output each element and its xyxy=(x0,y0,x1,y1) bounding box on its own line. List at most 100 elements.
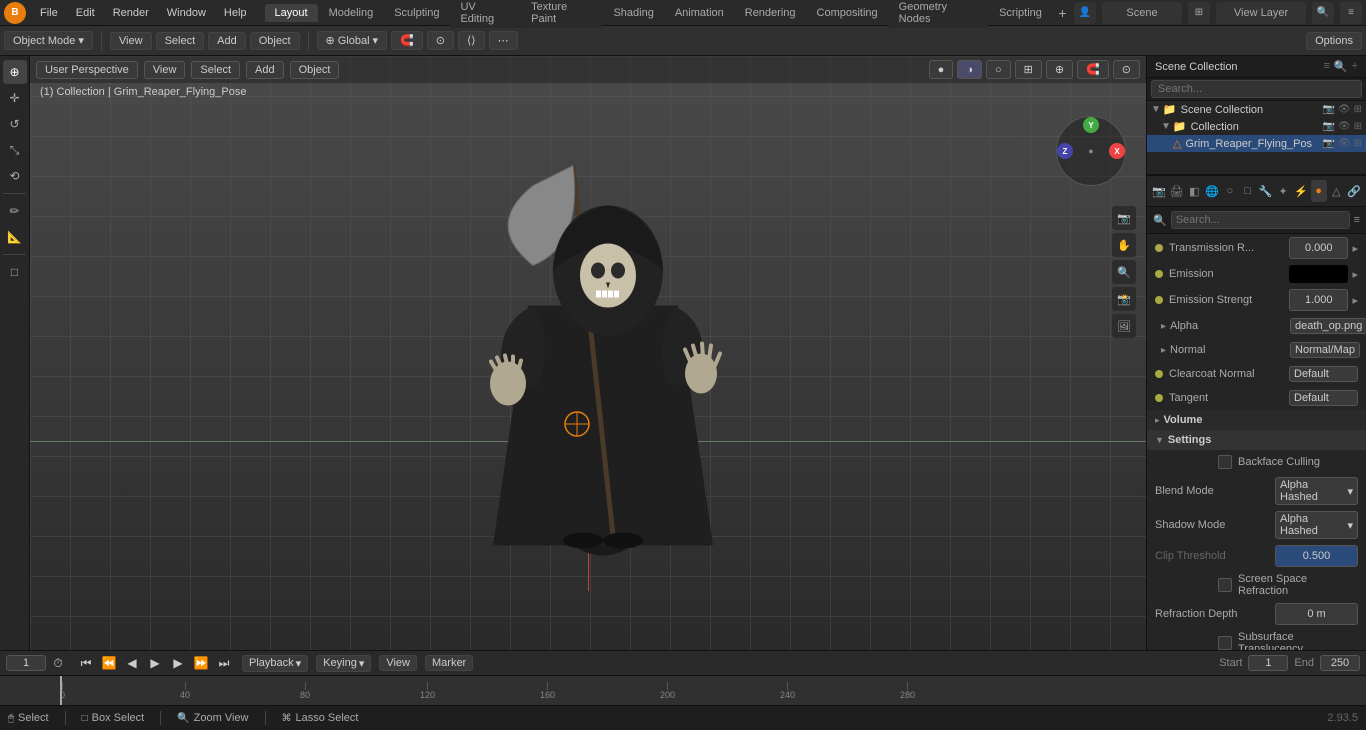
alpha-dropdown[interactable]: death_op.png xyxy=(1290,318,1366,334)
tangent-dropdown[interactable]: Default xyxy=(1289,390,1358,406)
viewport-3d[interactable]: User Perspective View Select Add Object … xyxy=(30,56,1146,650)
emission-color-swatch[interactable] xyxy=(1289,265,1348,283)
transform-tool[interactable]: ⟲ xyxy=(3,164,27,188)
transmission-input[interactable]: 0.000 xyxy=(1289,237,1348,259)
clearcoat-normal-dropdown[interactable]: Default xyxy=(1289,366,1358,382)
workspace-compositing[interactable]: Compositing xyxy=(807,4,888,22)
snap-options[interactable]: 🧲 xyxy=(391,31,423,50)
material-props-icon[interactable]: ● xyxy=(1311,180,1327,202)
scene-props-icon[interactable]: 🌐 xyxy=(1204,180,1220,202)
workspace-rendering[interactable]: Rendering xyxy=(735,4,806,22)
select-menu[interactable]: Select xyxy=(156,32,205,50)
current-frame-input[interactable] xyxy=(6,655,46,671)
workspace-scripting[interactable]: Scripting xyxy=(989,4,1052,22)
view-layer-props-icon[interactable]: ◧ xyxy=(1187,180,1203,202)
viewport-shading-rendered[interactable]: ○ xyxy=(986,60,1011,79)
refraction-depth-input[interactable]: 0 m xyxy=(1275,603,1358,625)
rotate-tool[interactable]: ↺ xyxy=(3,112,27,136)
workspace-texture-paint[interactable]: Texture Paint xyxy=(521,0,602,28)
object-menu[interactable]: Object xyxy=(250,32,300,50)
prop-search-input[interactable] xyxy=(1171,211,1350,229)
scene-col-restrict-icon[interactable]: ⊞ xyxy=(1354,104,1362,115)
start-frame-input[interactable] xyxy=(1248,655,1288,671)
object-mode-dropdown[interactable]: Object Mode ▾ xyxy=(4,31,93,50)
col-restrict-icon[interactable]: ⊞ xyxy=(1354,121,1362,132)
add-cube-tool[interactable]: □ xyxy=(3,260,27,284)
workspace-layout[interactable]: Layout xyxy=(265,4,318,22)
emission-strength-expand-icon[interactable]: ▸ xyxy=(1352,294,1358,307)
navigation-gizmo[interactable]: X Y Z ● xyxy=(1056,116,1136,196)
prop-filter-icon[interactable]: ≡ xyxy=(1354,214,1360,226)
filter-icon[interactable]: ≡ xyxy=(1323,60,1329,73)
object-constraint-icon[interactable]: 🔗 xyxy=(1346,180,1362,202)
col-eye-icon[interactable]: 👁 xyxy=(1338,121,1351,132)
outliner-item-scene-collection[interactable]: ▼ 📁 Scene Collection 📷 👁 ⊞ xyxy=(1147,101,1366,118)
emission-expand-icon[interactable]: ▸ xyxy=(1352,268,1358,281)
next-keyframe-btn[interactable]: ⏩ xyxy=(191,653,211,673)
scene-col-camera-icon[interactable]: 📷 xyxy=(1322,104,1334,115)
object-props-icon[interactable]: □ xyxy=(1240,180,1256,202)
data-props-icon[interactable]: △ xyxy=(1329,180,1345,202)
status-box-select[interactable]: □ Box Select xyxy=(82,712,145,724)
view-menu-btn-timeline[interactable]: View xyxy=(379,655,417,671)
hand-icon[interactable]: ✋ xyxy=(1112,233,1136,257)
zoom-icon[interactable]: 🔍 xyxy=(1112,260,1136,284)
subsurface-translucency-checkbox[interactable] xyxy=(1218,636,1232,650)
blend-mode-dropdown[interactable]: Alpha Hashed ▾ xyxy=(1275,477,1358,505)
clip-threshold-input[interactable]: 0.500 xyxy=(1275,545,1358,567)
add-menu[interactable]: Add xyxy=(208,32,246,50)
play-btn[interactable]: ▶ xyxy=(145,653,165,673)
physics-props-icon[interactable]: ⚡ xyxy=(1293,180,1309,202)
end-frame-input[interactable] xyxy=(1320,655,1360,671)
outliner-item-collection[interactable]: ▼ 📁 Collection 📷 👁 ⊞ xyxy=(1147,118,1366,135)
add-btn[interactable]: Add xyxy=(246,61,284,79)
status-zoom-view[interactable]: 🔍 Zoom View xyxy=(177,712,248,724)
workspace-modeling[interactable]: Modeling xyxy=(319,4,384,22)
menu-window[interactable]: Window xyxy=(159,5,214,21)
transform-dropdown[interactable]: ⊕ Global ▾ xyxy=(317,31,388,50)
camera-perspective-icon[interactable]: 📷 xyxy=(1112,206,1136,230)
timeline-playhead[interactable] xyxy=(60,676,62,705)
annotate-tool[interactable]: ✏ xyxy=(3,199,27,223)
snap-toggle[interactable]: 🧲 xyxy=(1077,60,1109,79)
workspace-shading[interactable]: Shading xyxy=(603,4,663,22)
scene-options-icon[interactable]: ⊞ xyxy=(1188,2,1210,24)
output-props-icon[interactable]: 🖨 xyxy=(1169,180,1185,202)
world-props-icon[interactable]: ○ xyxy=(1222,180,1238,202)
obj-eye-icon[interactable]: 👁 xyxy=(1338,138,1351,149)
menu-edit[interactable]: Edit xyxy=(68,5,103,21)
screen-space-refraction-checkbox[interactable] xyxy=(1218,578,1232,592)
viewport-shading-solid[interactable]: ● xyxy=(929,60,954,79)
volume-section-header[interactable]: ▸ Volume xyxy=(1147,410,1366,430)
prev-frame-btn[interactable]: ◀ xyxy=(122,653,142,673)
viewport-shading-material[interactable]: ◑ xyxy=(957,60,982,79)
add-collection-icon[interactable]: + xyxy=(1352,60,1358,73)
menu-render[interactable]: Render xyxy=(105,5,157,21)
image-icon[interactable]: 🖼 xyxy=(1112,314,1136,338)
render-props-icon[interactable]: 📷 xyxy=(1151,180,1167,202)
filter-icon[interactable]: ≡ xyxy=(1340,2,1362,24)
move-tool[interactable]: ✛ xyxy=(3,86,27,110)
shadow-mode-dropdown[interactable]: Alpha Hashed ▾ xyxy=(1275,511,1358,539)
menu-file[interactable]: File xyxy=(32,5,66,21)
status-lasso-select[interactable]: ⌘ Lasso Select xyxy=(282,712,359,724)
add-workspace-button[interactable]: + xyxy=(1053,3,1072,23)
playback-menu-btn[interactable]: Playback ▾ xyxy=(242,655,308,672)
camera-view-icon[interactable]: 📸 xyxy=(1112,287,1136,311)
modifier-props-icon[interactable]: 🔧 xyxy=(1258,180,1274,202)
search-icon[interactable]: 🔍 xyxy=(1334,60,1348,73)
prev-keyframe-btn[interactable]: ⏪ xyxy=(99,653,119,673)
scale-tool[interactable]: ⤡ xyxy=(3,138,27,162)
status-select[interactable]: 🖱 Select xyxy=(8,712,49,724)
obj-restrict-icon[interactable]: ⊞ xyxy=(1354,138,1362,149)
menu-help[interactable]: Help xyxy=(216,5,255,21)
timeline-track[interactable]: 0 40 80 120 160 200 240 280 xyxy=(0,676,1366,705)
search-icon[interactable]: 🔍 xyxy=(1312,2,1334,24)
transform-pivot[interactable]: ⟨⟩ xyxy=(458,31,485,50)
workspace-sculpting[interactable]: Sculpting xyxy=(384,4,449,22)
normal-dropdown[interactable]: Normal/Map xyxy=(1290,342,1360,358)
view-layer-selector[interactable]: View Layer xyxy=(1216,2,1306,24)
obj-camera-icon[interactable]: 📷 xyxy=(1322,138,1334,149)
settings-section-header[interactable]: ▼ Settings xyxy=(1147,430,1366,450)
view-menu[interactable]: View xyxy=(110,32,152,50)
